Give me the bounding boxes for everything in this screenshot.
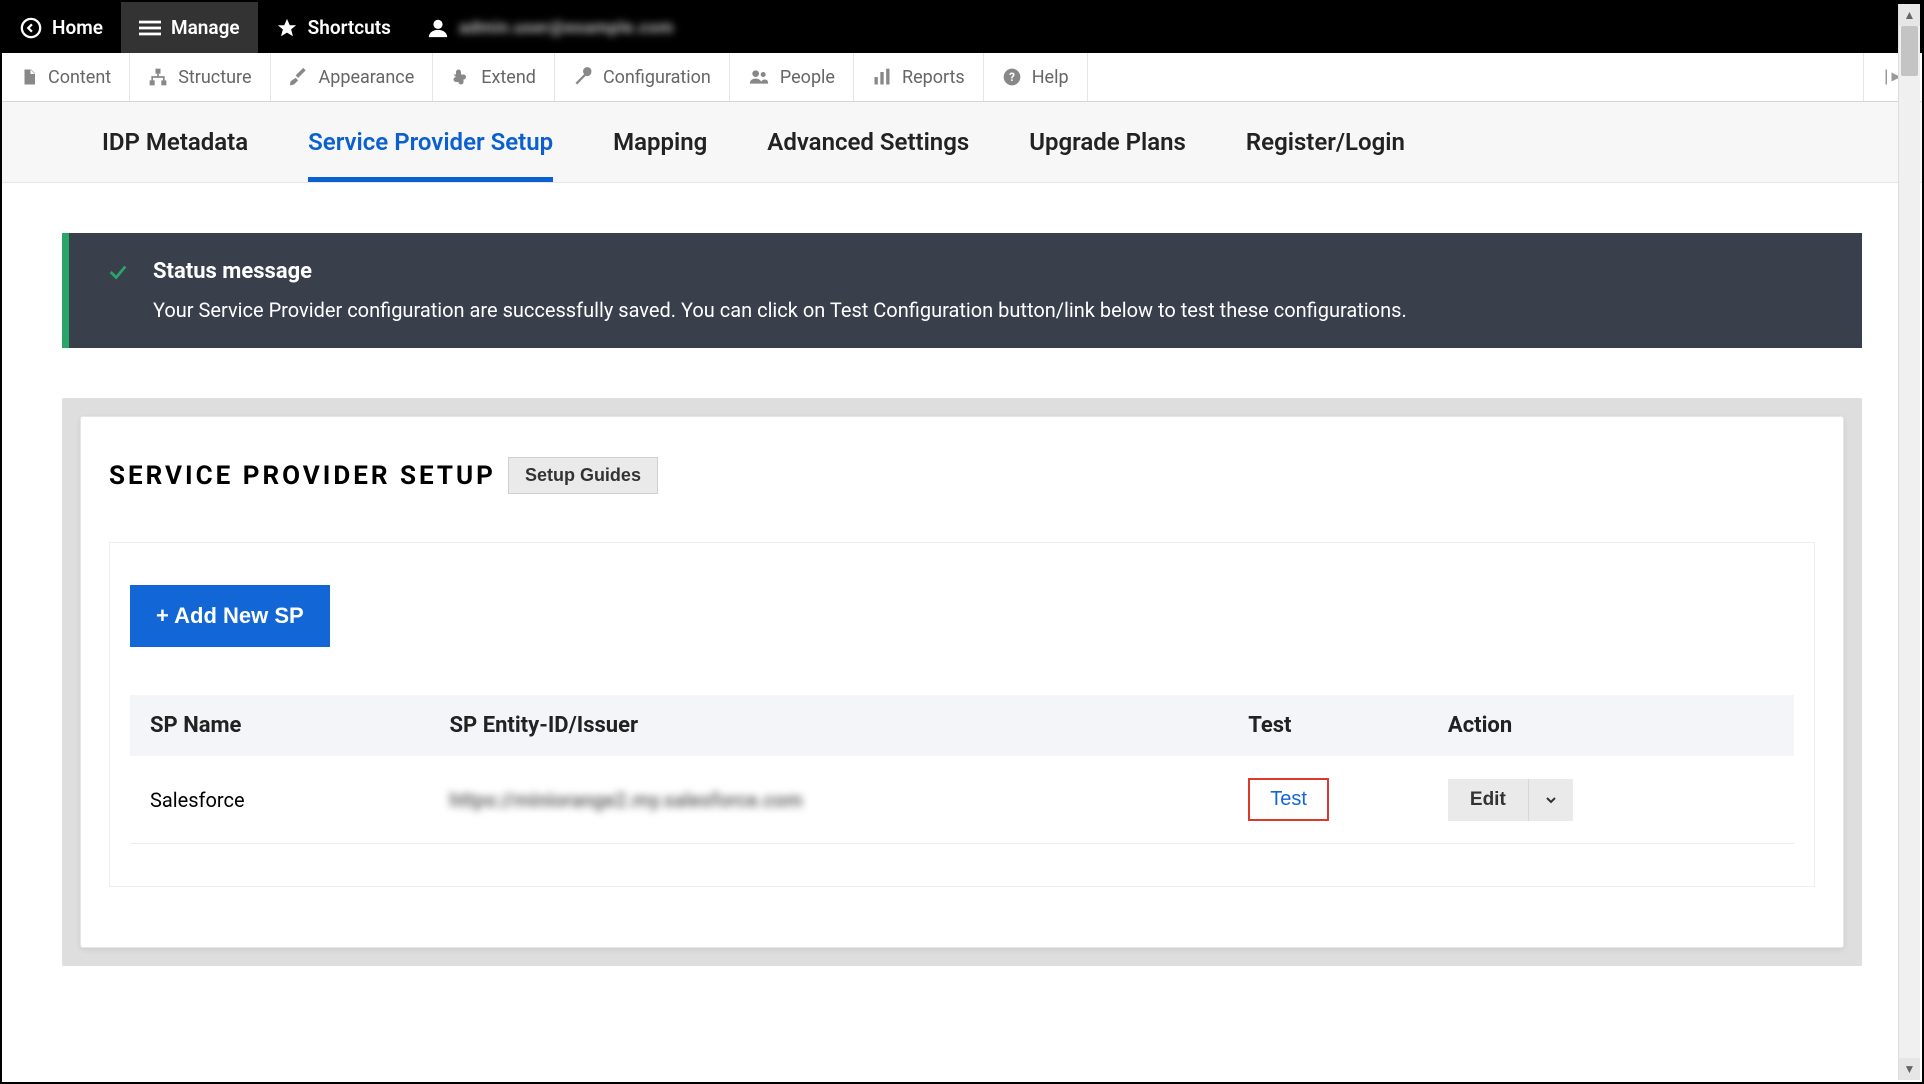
user-icon (427, 17, 449, 39)
th-test: Test (1228, 695, 1428, 756)
sp-setup-panel: SERVICE PROVIDER SETUP Setup Guides + Ad… (80, 416, 1844, 948)
status-title: Status message (153, 259, 312, 284)
test-button[interactable]: Test (1248, 778, 1329, 821)
shortcuts-link[interactable]: Shortcuts (258, 2, 409, 53)
scroll-up-arrow[interactable]: ▲ (1899, 4, 1920, 26)
table-row: Salesforce https://miniorange2.my.salesf… (130, 756, 1794, 844)
structure-link[interactable]: Structure (130, 53, 270, 101)
sp-table: SP Name SP Entity-ID/Issuer Test Action … (130, 695, 1794, 844)
tab-label: Register/Login (1246, 128, 1405, 156)
edit-button[interactable]: Edit (1448, 779, 1528, 821)
panel-title: SERVICE PROVIDER SETUP (109, 461, 496, 491)
module-tabs: IDP Metadata Service Provider Setup Mapp… (2, 102, 1922, 183)
file-icon (20, 68, 38, 86)
star-icon (276, 17, 298, 39)
user-email-label: admin.user@example.com (459, 18, 674, 38)
help-icon: ? (1002, 67, 1022, 87)
scroll-thumb[interactable] (1901, 26, 1918, 76)
extend-label: Extend (481, 67, 536, 88)
manage-link[interactable]: Manage (121, 2, 258, 53)
panel-inner: + Add New SP SP Name SP Entity-ID/Issuer… (109, 542, 1815, 887)
help-label: Help (1032, 67, 1069, 88)
tab-label: Advanced Settings (767, 128, 969, 156)
th-sp-name: SP Name (130, 695, 430, 756)
admin-black-bar: Home Manage Shortcuts admin.user@example… (2, 2, 1922, 53)
panel-outer: SERVICE PROVIDER SETUP Setup Guides + Ad… (62, 398, 1862, 966)
reports-link[interactable]: Reports (854, 53, 984, 101)
shortcuts-label: Shortcuts (308, 16, 391, 39)
structure-label: Structure (178, 67, 251, 88)
svg-text:?: ? (1009, 70, 1015, 84)
tab-label: Mapping (613, 128, 707, 156)
appearance-label: Appearance (319, 67, 415, 88)
tab-label: IDP Metadata (102, 128, 248, 156)
action-dropdown-button[interactable] (1528, 779, 1573, 821)
home-link[interactable]: Home (2, 2, 121, 53)
reports-label: Reports (902, 67, 965, 88)
paintbrush-icon (289, 67, 309, 87)
people-label: People (780, 67, 835, 88)
vertical-scrollbar[interactable]: ▲ ▼ (1898, 4, 1920, 1080)
cell-entity: https://miniorange2.my.salesforce.com (430, 756, 1229, 844)
extend-link[interactable]: Extend (433, 53, 555, 101)
user-link[interactable]: admin.user@example.com (409, 2, 692, 53)
hamburger-icon (139, 17, 161, 39)
add-new-sp-button[interactable]: + Add New SP (130, 585, 330, 647)
status-body: Your Service Provider configuration are … (153, 298, 1824, 322)
tab-label: Upgrade Plans (1029, 128, 1186, 156)
puzzle-icon (451, 67, 471, 87)
structure-icon (148, 67, 168, 87)
back-icon (20, 17, 42, 39)
tab-advanced[interactable]: Advanced Settings (767, 102, 969, 182)
content-link[interactable]: Content (2, 53, 130, 101)
tab-register[interactable]: Register/Login (1246, 102, 1405, 182)
status-message: Status message Your Service Provider con… (62, 233, 1862, 348)
chart-icon (872, 67, 892, 87)
scroll-down-arrow[interactable]: ▼ (1899, 1058, 1920, 1080)
checkmark-icon (107, 261, 129, 283)
setup-guides-button[interactable]: Setup Guides (508, 457, 658, 494)
help-link[interactable]: ? Help (984, 53, 1088, 101)
tab-upgrade[interactable]: Upgrade Plans (1029, 102, 1186, 182)
wrench-icon (573, 67, 593, 87)
people-icon (748, 67, 770, 87)
tab-idp-metadata[interactable]: IDP Metadata (102, 102, 248, 182)
table-header-row: SP Name SP Entity-ID/Issuer Test Action (130, 695, 1794, 756)
tab-label: Service Provider Setup (308, 128, 553, 156)
appearance-link[interactable]: Appearance (271, 53, 434, 101)
content-area: Status message Your Service Provider con… (2, 183, 1922, 1016)
configuration-label: Configuration (603, 67, 711, 88)
people-link[interactable]: People (730, 53, 854, 101)
chevron-down-icon (1543, 792, 1559, 808)
cell-sp-name: Salesforce (130, 756, 430, 844)
cell-test: Test (1228, 756, 1428, 844)
th-entity: SP Entity-ID/Issuer (430, 695, 1229, 756)
tab-sp-setup[interactable]: Service Provider Setup (308, 102, 553, 182)
admin-toolbar: Content Structure Appearance Extend Conf… (2, 53, 1922, 102)
content-label: Content (48, 67, 111, 88)
tab-mapping[interactable]: Mapping (613, 102, 707, 182)
configuration-link[interactable]: Configuration (555, 53, 730, 101)
cell-action: Edit (1428, 756, 1794, 844)
home-label: Home (52, 16, 103, 39)
manage-label: Manage (171, 16, 240, 39)
th-action: Action (1428, 695, 1794, 756)
